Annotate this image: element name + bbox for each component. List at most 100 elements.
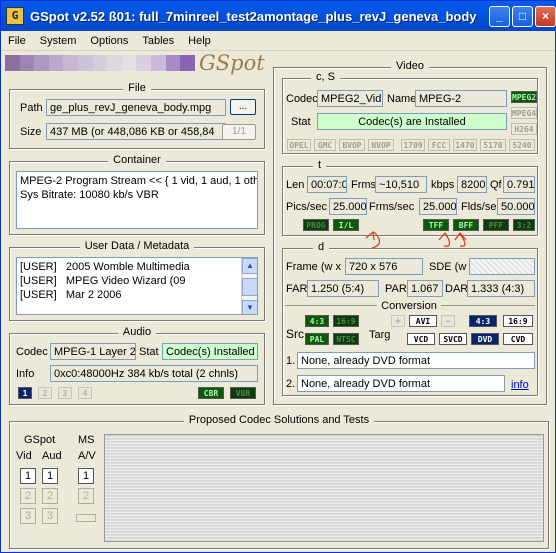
minimize-button[interactable]: _ — [489, 6, 510, 27]
par-label: PAR — [385, 283, 407, 295]
video-stat-field[interactable]: Codec(s) are Installed — [317, 113, 507, 130]
menu-system[interactable]: System — [33, 35, 84, 47]
app-icon[interactable]: G — [6, 7, 24, 25]
size-field[interactable]: 437 MB (or 448,086 KB or 458,84 — [46, 123, 226, 140]
video-codec-label: Codec — [286, 93, 318, 105]
list-item[interactable]: [USER] MPEG Video Wizard (09 — [20, 274, 239, 288]
codec-tag-bvop: BVOP — [339, 139, 365, 151]
file-fraction-button[interactable]: 1/1 — [222, 124, 256, 140]
codec-tag-5240: 5240 — [509, 139, 535, 151]
vid-3-button[interactable]: 3 — [20, 508, 36, 524]
banner-swatch — [151, 55, 166, 71]
frms-sec-label: Frms/sec — [369, 201, 415, 213]
interlaced-flag: I/L — [333, 219, 359, 231]
banner-swatch — [121, 55, 137, 71]
kbps-field[interactable]: 8200 — [457, 176, 487, 193]
menu-options[interactable]: Options — [83, 35, 135, 47]
path-field[interactable]: ge_plus_revJ_geneva_body.mpg — [46, 99, 226, 116]
frms-sec-field[interactable]: 25.000 — [419, 198, 457, 215]
qf-field[interactable]: 0.791 — [503, 176, 535, 193]
dar-field[interactable]: 1.333 (4:3) — [467, 280, 535, 297]
scroll-thumb[interactable] — [242, 278, 257, 296]
targ-svcd-button[interactable]: SVCD — [439, 333, 467, 345]
banner-swatch — [107, 55, 122, 71]
t-title: t — [313, 159, 327, 171]
audio-stream-1-button[interactable]: 1 — [18, 387, 32, 399]
far-label: FAR — [286, 283, 308, 295]
audio-info-field[interactable]: 0xc0:48000Hz 384 kb/s total (2 chnls) — [50, 365, 258, 382]
scroll-up-icon[interactable]: ▲ — [242, 258, 257, 274]
title-bar[interactable]: G GSpot v2.52 ß01: full_7minreel_test2am… — [1, 1, 556, 31]
frame-size-field[interactable]: 720 x 576 — [345, 258, 423, 275]
video-codec-subgroup: c, S Codec MPEG2_Vid Name MPEG-2 MPEG2 M… — [282, 71, 538, 154]
conversion-2-field[interactable]: None, already DVD format — [297, 375, 505, 392]
conversion-1-field[interactable]: None, already DVD format — [297, 352, 535, 369]
list-item[interactable]: [USER] Mar 2 2006 — [20, 288, 239, 302]
dar-label: DAR — [445, 283, 469, 295]
container-group-title: Container — [108, 154, 166, 166]
aud-3-button[interactable]: 3 — [42, 508, 58, 524]
aud-1-button[interactable]: 1 — [42, 468, 58, 484]
targ-16-9-button[interactable]: 16:9 — [503, 315, 533, 327]
menu-tables[interactable]: Tables — [135, 35, 181, 47]
qf-label: Qf — [490, 179, 502, 191]
vid-label: Vid — [16, 450, 32, 462]
targ-dvd-button[interactable]: DVD — [471, 333, 499, 345]
conversion-2-number: 2. — [286, 378, 296, 390]
audio-stream-2-button[interactable]: 2 — [38, 387, 52, 399]
gspot-label: GSpot — [24, 434, 56, 446]
len-field[interactable]: 00:07:0 — [307, 176, 347, 193]
menu-help[interactable]: Help — [181, 35, 218, 47]
targ-avi-button[interactable]: AVI — [409, 315, 437, 327]
mpeg4-flag: MPEG4 — [511, 107, 537, 119]
browse-button[interactable]: ... — [230, 99, 256, 115]
info-link[interactable]: info — [511, 379, 529, 391]
par-field[interactable]: 1.067 — [407, 280, 443, 297]
codec-tag-1470: 1470 — [453, 139, 477, 151]
userdata-scrollbar[interactable]: ▲ ▼ — [241, 258, 257, 314]
codec-tag-fcc: FCC — [428, 139, 450, 151]
list-item[interactable]: [USER] 2005 Womble Multimedia — [20, 260, 239, 274]
banner-swatch — [63, 55, 79, 71]
audio-group-title: Audio — [117, 326, 157, 338]
banner-swatch — [5, 55, 20, 71]
menu-file[interactable]: File — [1, 35, 33, 47]
container-info[interactable]: MPEG-2 Program Stream << { 1 vid, 1 aud,… — [16, 171, 258, 229]
targ-cvd-button[interactable]: CVD — [503, 333, 533, 345]
aud-2-button[interactable]: 2 — [42, 488, 58, 504]
vid-1-button[interactable]: 1 — [20, 468, 36, 484]
video-dimension-subgroup: d Frame (w x 720 x 576 SDE (w x FAR 1.25… — [282, 241, 538, 396]
vid-2-button[interactable]: 2 — [20, 488, 36, 504]
av-2-button[interactable]: 2 — [78, 488, 94, 504]
video-codec-field[interactable]: MPEG2_Vid — [317, 90, 383, 107]
banner-swatch — [92, 55, 108, 71]
av-label: A/V — [78, 450, 96, 462]
src-label: Src — [286, 327, 304, 341]
audio-stat-field[interactable]: Codec(s) Installed — [162, 343, 258, 360]
audio-stream-4-button[interactable]: 4 — [78, 387, 92, 399]
file-group-title: File — [123, 82, 151, 94]
targ-minus-button[interactable]: - — [441, 315, 455, 327]
codec-solutions-panel[interactable] — [104, 434, 544, 542]
targ-4-3-button[interactable]: 4:3 — [469, 315, 497, 327]
proposed-group: Proposed Codec Solutions and Tests GSpot… — [9, 414, 549, 549]
h264-flag: H264 — [511, 123, 537, 135]
userdata-list[interactable]: [USER] 2005 Womble Multimedia [USER] MPE… — [16, 257, 258, 315]
av-1-button[interactable]: 1 — [78, 468, 94, 484]
flds-sec-field[interactable]: 50.000 — [497, 198, 535, 215]
frame-label: Frame (w x — [286, 261, 341, 273]
frms-field[interactable]: ~10,510 — [375, 176, 427, 193]
close-button[interactable]: × — [535, 6, 556, 27]
pics-sec-field[interactable]: 25.000 — [329, 198, 367, 215]
banner-swatch — [136, 55, 152, 71]
targ-vcd-button[interactable]: VCD — [407, 333, 435, 345]
far-field[interactable]: 1.250 (5:4) — [307, 280, 379, 297]
scroll-down-icon[interactable]: ▼ — [242, 300, 257, 314]
banner-swatch — [78, 55, 93, 71]
video-name-field[interactable]: MPEG-2 — [415, 90, 507, 107]
audio-stream-3-button[interactable]: 3 — [58, 387, 72, 399]
sde-field[interactable] — [469, 258, 535, 275]
audio-codec-field[interactable]: MPEG-1 Layer 2 — [50, 343, 136, 360]
targ-plus-button[interactable]: + — [391, 315, 405, 327]
maximize-button[interactable]: □ — [512, 6, 533, 27]
